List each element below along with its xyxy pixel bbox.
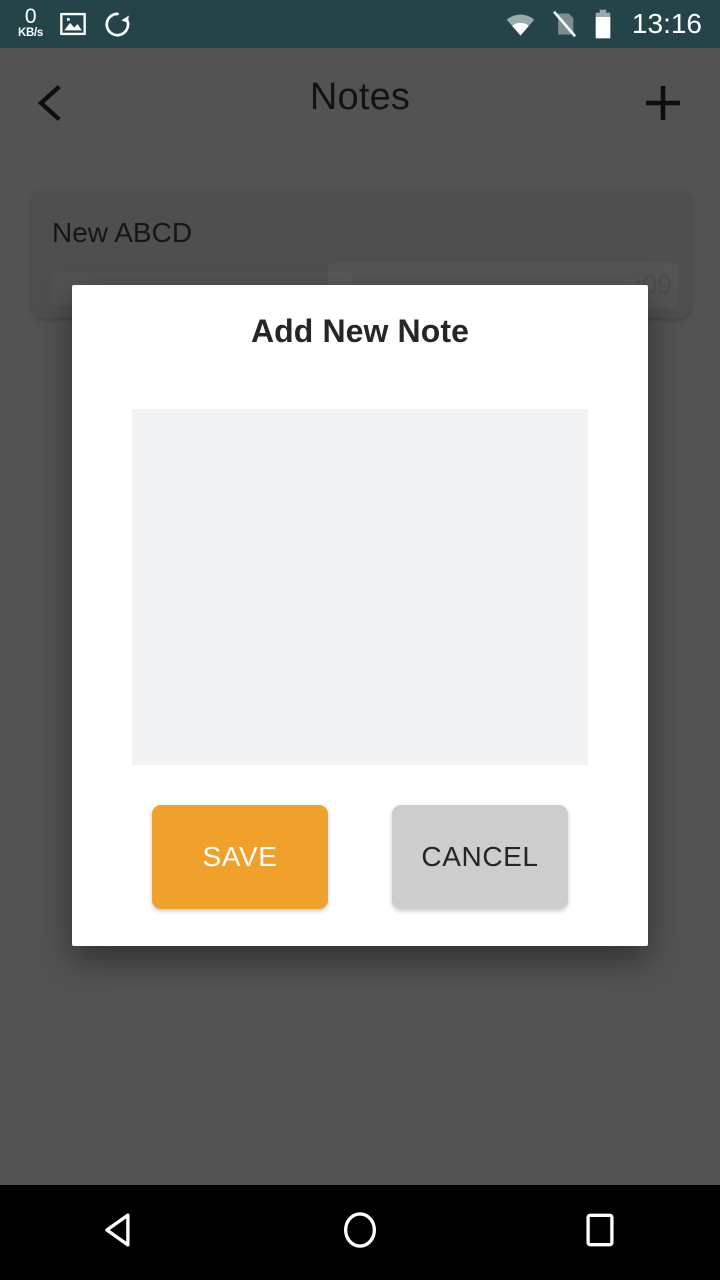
- android-navigation-bar: [0, 1185, 720, 1280]
- cancel-button[interactable]: CANCEL: [392, 805, 568, 909]
- add-note-dialog: Add New Note SAVE CANCEL: [72, 285, 648, 946]
- phone-screen: 0 KB/s 13:16 Notes New ABCD:09 Add New …: [0, 0, 720, 1280]
- nav-home-circle-icon: [339, 1209, 381, 1256]
- note-text-input[interactable]: [132, 409, 588, 765]
- status-bar: 0 KB/s 13:16: [0, 0, 720, 48]
- network-speed-value: 0: [24, 5, 37, 29]
- status-bar-left: 0 KB/s: [18, 6, 132, 41]
- dialog-title: Add New Note: [250, 313, 470, 349]
- nav-home-button[interactable]: [300, 1185, 420, 1280]
- wifi-icon: [505, 9, 536, 40]
- save-button[interactable]: SAVE: [152, 805, 328, 909]
- nav-recents-button[interactable]: [540, 1185, 660, 1280]
- sim-off-icon: [550, 10, 578, 38]
- nav-recents-square-icon: [579, 1209, 621, 1256]
- status-bar-right: 13:16: [505, 9, 702, 40]
- nav-back-triangle-icon: [99, 1209, 141, 1256]
- network-speed-unit: KB/s: [18, 27, 44, 40]
- image-icon: [59, 10, 87, 38]
- battery-icon: [592, 9, 614, 39]
- sync-icon: [103, 10, 132, 39]
- nav-back-button[interactable]: [60, 1185, 180, 1280]
- status-bar-clock: 13:16: [631, 8, 702, 39]
- network-speed-indicator: 0 KB/s: [18, 6, 43, 40]
- dialog-actions: SAVE CANCEL: [72, 805, 648, 909]
